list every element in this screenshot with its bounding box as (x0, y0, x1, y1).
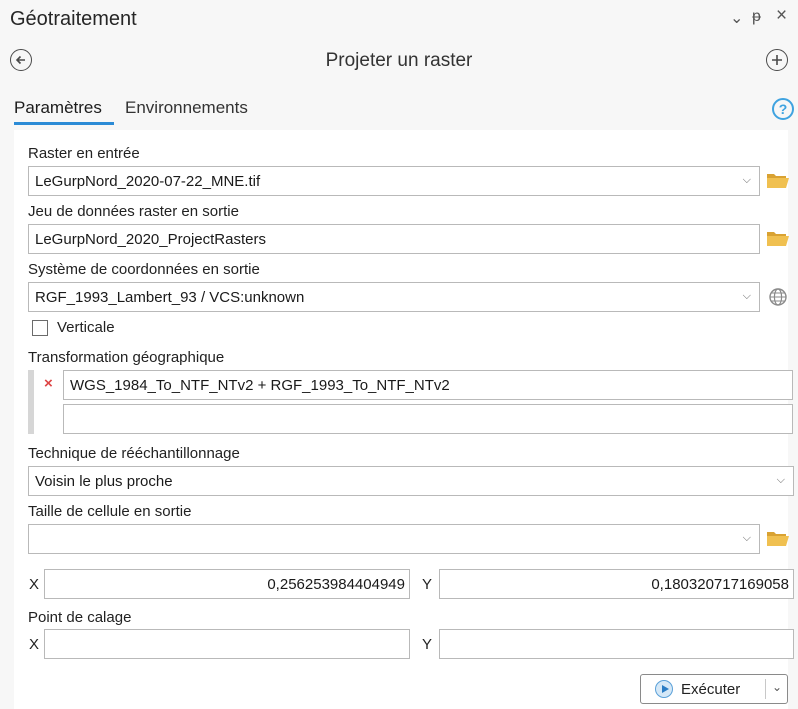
pane-title: Géotraitement (10, 8, 137, 30)
cell-size-label: Taille de cellule en sortie (28, 503, 192, 520)
tab-parametres[interactable]: Paramètres (14, 98, 102, 118)
geo-transform-new-input[interactable] (63, 404, 793, 434)
run-button[interactable]: Exécuter ⌄ (640, 674, 788, 704)
geo-transform-label: Transformation géographique (28, 349, 225, 366)
folder-open-icon[interactable] (766, 230, 790, 252)
active-tab-indicator (14, 122, 114, 125)
help-icon[interactable]: ? (772, 98, 794, 120)
chevron-down-icon[interactable]: ⌵ (743, 174, 751, 187)
folder-open-icon[interactable] (766, 530, 790, 552)
folder-open-icon[interactable] (766, 172, 790, 194)
run-button-divider (765, 679, 766, 699)
input-raster-select[interactable]: LeGurpNord_2020-07-22_MNE.tif ⌵ (28, 166, 760, 196)
globe-icon[interactable] (768, 287, 788, 312)
cell-size-x-label: X (29, 576, 40, 593)
pin-icon[interactable]: ᵽ (752, 8, 761, 26)
registration-point-label: Point de calage (28, 609, 132, 626)
multivalue-bar (28, 370, 34, 434)
cell-size-x-value: 0,256253984404949 (267, 575, 405, 593)
cell-size-x-input[interactable]: 0,256253984404949 (44, 569, 410, 599)
resampling-label: Technique de rééchantillonnage (28, 445, 240, 462)
chevron-down-icon[interactable]: ⌵ (777, 474, 785, 487)
cell-size-select[interactable]: ⌵ (28, 524, 760, 554)
output-crs-select[interactable]: RGF_1993_Lambert_93 / VCS:unknown ⌵ (28, 282, 760, 312)
vertical-checkbox[interactable] (32, 320, 48, 336)
geoprocessing-pane: Géotraitement ⌄ ᵽ × Projeter un raster P… (0, 0, 798, 709)
cell-size-y-value: 0,180320717169058 (651, 575, 789, 593)
registration-x-input[interactable] (44, 629, 410, 659)
output-dataset-label: Jeu de données raster en sortie (28, 203, 239, 220)
registration-y-input[interactable] (439, 629, 794, 659)
tool-title: Projeter un raster (325, 50, 473, 71)
geo-transform-input[interactable]: WGS_1984_To_NTF_NTv2 + RGF_1993_To_NTF_N… (63, 370, 793, 400)
registration-x-label: X (29, 636, 40, 653)
chevron-down-icon[interactable]: ⌵ (743, 290, 751, 303)
resampling-select[interactable]: Voisin le plus proche ⌵ (28, 466, 794, 496)
run-button-label: Exécuter (681, 680, 741, 698)
chevron-down-icon[interactable]: ⌵ (743, 532, 751, 545)
tab-environnements[interactable]: Environnements (125, 98, 248, 118)
remove-icon[interactable]: × (44, 375, 53, 392)
output-crs-label: Système de coordonnées en sortie (28, 261, 260, 278)
cell-size-y-label: Y (422, 576, 433, 593)
run-options-chevron-icon[interactable]: ⌄ (772, 680, 782, 694)
cell-size-y-input[interactable]: 0,180320717169058 (439, 569, 794, 599)
output-dataset-value: LeGurpNord_2020_ProjectRasters (35, 230, 266, 248)
pane-menu-chevron-icon[interactable]: ⌄ (730, 8, 743, 28)
geo-transform-value: WGS_1984_To_NTF_NTv2 + RGF_1993_To_NTF_N… (70, 376, 450, 394)
input-raster-value: LeGurpNord_2020-07-22_MNE.tif (35, 172, 261, 190)
registration-y-label: Y (422, 636, 433, 653)
vertical-label: Verticale (57, 319, 115, 336)
resampling-value: Voisin le plus proche (35, 472, 173, 490)
run-play-icon (655, 680, 673, 698)
input-raster-label: Raster en entrée (28, 145, 140, 162)
close-icon[interactable]: × (776, 5, 787, 27)
output-crs-value: RGF_1993_Lambert_93 / VCS:unknown (35, 288, 305, 306)
output-dataset-input[interactable]: LeGurpNord_2020_ProjectRasters (28, 224, 760, 254)
add-icon[interactable] (766, 49, 788, 71)
